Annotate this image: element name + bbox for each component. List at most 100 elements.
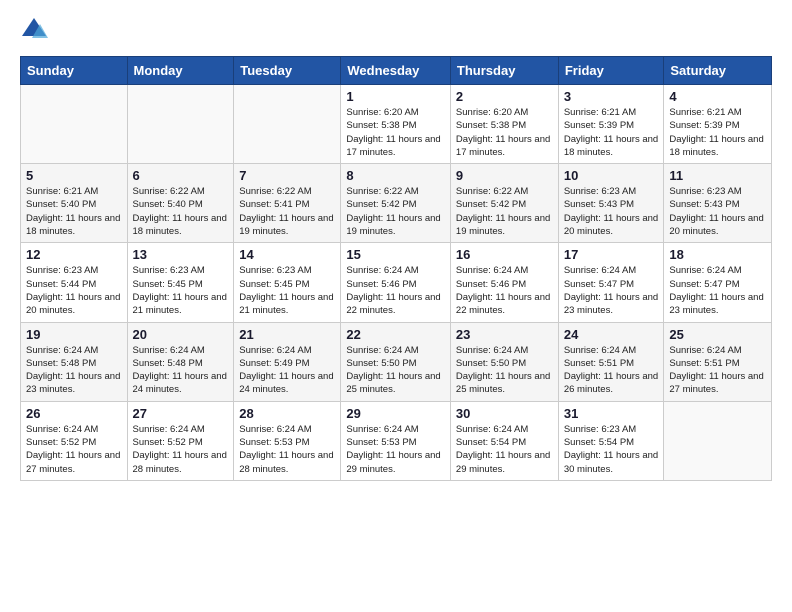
day-number: 1 — [346, 89, 445, 104]
day-number: 29 — [346, 406, 445, 421]
day-info: Sunrise: 6:23 AM Sunset: 5:43 PM Dayligh… — [669, 185, 766, 238]
day-info: Sunrise: 6:24 AM Sunset: 5:50 PM Dayligh… — [456, 344, 553, 397]
day-number: 27 — [133, 406, 229, 421]
day-number: 4 — [669, 89, 766, 104]
day-number: 30 — [456, 406, 553, 421]
weekday-header: Sunday — [21, 57, 128, 85]
weekday-header: Tuesday — [234, 57, 341, 85]
day-info: Sunrise: 6:24 AM Sunset: 5:50 PM Dayligh… — [346, 344, 445, 397]
calendar-cell: 4 Sunrise: 6:21 AM Sunset: 5:39 PM Daylig… — [664, 85, 772, 164]
calendar-cell: 15 Sunrise: 6:24 AM Sunset: 5:46 PM Dayli… — [341, 243, 451, 322]
calendar-cell: 5 Sunrise: 6:21 AM Sunset: 5:40 PM Daylig… — [21, 164, 128, 243]
calendar-week-row: 1 Sunrise: 6:20 AM Sunset: 5:38 PM Daylig… — [21, 85, 772, 164]
calendar-header: SundayMondayTuesdayWednesdayThursdayFrid… — [21, 57, 772, 85]
day-number: 12 — [26, 247, 122, 262]
calendar-cell: 20Sunrise: 6:24 AM Sunset: 5:48 PM Dayli… — [127, 322, 234, 401]
day-number: 8 — [346, 168, 445, 183]
day-info: Sunrise: 6:22 AM Sunset: 5:42 PM Dayligh… — [346, 185, 445, 238]
weekday-header: Saturday — [664, 57, 772, 85]
day-info: Sunrise: 6:23 AM Sunset: 5:54 PM Dayligh… — [564, 423, 659, 476]
calendar-cell: 11 Sunrise: 6:23 AM Sunset: 5:43 PM Dayli… — [664, 164, 772, 243]
day-info: Sunrise: 6:20 AM Sunset: 5:38 PM Dayligh… — [456, 106, 553, 159]
day-info: Sunrise: 6:20 AM Sunset: 5:38 PM Dayligh… — [346, 106, 445, 159]
day-info: Sunrise: 6:21 AM Sunset: 5:40 PM Dayligh… — [26, 185, 122, 238]
calendar-cell: 21 Sunrise: 6:24 AM Sunset: 5:49 PM Dayli… — [234, 322, 341, 401]
day-number: 23 — [456, 327, 553, 342]
day-info: Sunrise: 6:22 AM Sunset: 5:40 PM Dayligh… — [133, 185, 229, 238]
calendar-cell: 30Sunrise: 6:24 AM Sunset: 5:54 PM Dayli… — [450, 401, 558, 480]
day-info: Sunrise: 6:23 AM Sunset: 5:44 PM Dayligh… — [26, 264, 122, 317]
calendar-cell: 27 Sunrise: 6:24 AM Sunset: 5:52 PM Dayli… — [127, 401, 234, 480]
day-info: Sunrise: 6:23 AM Sunset: 5:43 PM Dayligh… — [564, 185, 659, 238]
day-number: 3 — [564, 89, 659, 104]
calendar-week-row: 12 Sunrise: 6:23 AM Sunset: 5:44 PM Dayli… — [21, 243, 772, 322]
calendar-body: 1 Sunrise: 6:20 AM Sunset: 5:38 PM Daylig… — [21, 85, 772, 481]
calendar-cell: 8 Sunrise: 6:22 AM Sunset: 5:42 PM Daylig… — [341, 164, 451, 243]
day-info: Sunrise: 6:24 AM Sunset: 5:53 PM Dayligh… — [239, 423, 335, 476]
logo-icon — [20, 16, 48, 44]
calendar-week-row: 5 Sunrise: 6:21 AM Sunset: 5:40 PM Daylig… — [21, 164, 772, 243]
day-number: 2 — [456, 89, 553, 104]
calendar-cell: 6 Sunrise: 6:22 AM Sunset: 5:40 PM Daylig… — [127, 164, 234, 243]
calendar-cell: 13Sunrise: 6:23 AM Sunset: 5:45 PM Dayli… — [127, 243, 234, 322]
day-info: Sunrise: 6:24 AM Sunset: 5:52 PM Dayligh… — [133, 423, 229, 476]
calendar-cell: 3 Sunrise: 6:21 AM Sunset: 5:39 PM Daylig… — [558, 85, 664, 164]
calendar-cell: 29 Sunrise: 6:24 AM Sunset: 5:53 PM Dayli… — [341, 401, 451, 480]
day-info: Sunrise: 6:24 AM Sunset: 5:53 PM Dayligh… — [346, 423, 445, 476]
day-info: Sunrise: 6:24 AM Sunset: 5:49 PM Dayligh… — [239, 344, 335, 397]
day-number: 5 — [26, 168, 122, 183]
calendar-cell: 10 Sunrise: 6:23 AM Sunset: 5:43 PM Dayli… — [558, 164, 664, 243]
day-number: 21 — [239, 327, 335, 342]
weekday-header: Monday — [127, 57, 234, 85]
calendar-cell: 12 Sunrise: 6:23 AM Sunset: 5:44 PM Dayli… — [21, 243, 128, 322]
calendar-cell: 22 Sunrise: 6:24 AM Sunset: 5:50 PM Dayli… — [341, 322, 451, 401]
day-info: Sunrise: 6:21 AM Sunset: 5:39 PM Dayligh… — [669, 106, 766, 159]
day-number: 25 — [669, 327, 766, 342]
header — [20, 16, 772, 44]
day-number: 19 — [26, 327, 122, 342]
calendar-cell: 7 Sunrise: 6:22 AM Sunset: 5:41 PM Daylig… — [234, 164, 341, 243]
calendar-cell — [234, 85, 341, 164]
weekday-row: SundayMondayTuesdayWednesdayThursdayFrid… — [21, 57, 772, 85]
day-number: 18 — [669, 247, 766, 262]
day-info: Sunrise: 6:22 AM Sunset: 5:41 PM Dayligh… — [239, 185, 335, 238]
day-info: Sunrise: 6:24 AM Sunset: 5:48 PM Dayligh… — [26, 344, 122, 397]
day-info: Sunrise: 6:23 AM Sunset: 5:45 PM Dayligh… — [239, 264, 335, 317]
day-info: Sunrise: 6:24 AM Sunset: 5:51 PM Dayligh… — [564, 344, 659, 397]
day-number: 17 — [564, 247, 659, 262]
day-info: Sunrise: 6:24 AM Sunset: 5:47 PM Dayligh… — [564, 264, 659, 317]
calendar-cell: 2 Sunrise: 6:20 AM Sunset: 5:38 PM Daylig… — [450, 85, 558, 164]
day-number: 10 — [564, 168, 659, 183]
calendar-cell — [127, 85, 234, 164]
day-info: Sunrise: 6:22 AM Sunset: 5:42 PM Dayligh… — [456, 185, 553, 238]
day-number: 7 — [239, 168, 335, 183]
calendar-cell — [21, 85, 128, 164]
day-info: Sunrise: 6:24 AM Sunset: 5:48 PM Dayligh… — [133, 344, 229, 397]
calendar-cell: 19 Sunrise: 6:24 AM Sunset: 5:48 PM Dayli… — [21, 322, 128, 401]
day-number: 16 — [456, 247, 553, 262]
day-number: 24 — [564, 327, 659, 342]
calendar-cell: 17 Sunrise: 6:24 AM Sunset: 5:47 PM Dayli… — [558, 243, 664, 322]
calendar-cell: 28 Sunrise: 6:24 AM Sunset: 5:53 PM Dayli… — [234, 401, 341, 480]
calendar-cell: 14 Sunrise: 6:23 AM Sunset: 5:45 PM Dayli… — [234, 243, 341, 322]
calendar-cell: 1 Sunrise: 6:20 AM Sunset: 5:38 PM Daylig… — [341, 85, 451, 164]
day-number: 9 — [456, 168, 553, 183]
day-number: 11 — [669, 168, 766, 183]
day-info: Sunrise: 6:21 AM Sunset: 5:39 PM Dayligh… — [564, 106, 659, 159]
day-info: Sunrise: 6:23 AM Sunset: 5:45 PM Dayligh… — [133, 264, 229, 317]
logo — [20, 16, 52, 44]
calendar-table: SundayMondayTuesdayWednesdayThursdayFrid… — [20, 56, 772, 481]
calendar-cell: 16Sunrise: 6:24 AM Sunset: 5:46 PM Dayli… — [450, 243, 558, 322]
day-number: 31 — [564, 406, 659, 421]
day-number: 14 — [239, 247, 335, 262]
calendar-week-row: 19 Sunrise: 6:24 AM Sunset: 5:48 PM Dayli… — [21, 322, 772, 401]
calendar-cell: 31 Sunrise: 6:23 AM Sunset: 5:54 PM Dayli… — [558, 401, 664, 480]
calendar-cell — [664, 401, 772, 480]
day-info: Sunrise: 6:24 AM Sunset: 5:46 PM Dayligh… — [346, 264, 445, 317]
day-number: 22 — [346, 327, 445, 342]
calendar-cell: 18 Sunrise: 6:24 AM Sunset: 5:47 PM Dayli… — [664, 243, 772, 322]
day-info: Sunrise: 6:24 AM Sunset: 5:47 PM Dayligh… — [669, 264, 766, 317]
day-number: 15 — [346, 247, 445, 262]
day-number: 6 — [133, 168, 229, 183]
day-number: 28 — [239, 406, 335, 421]
